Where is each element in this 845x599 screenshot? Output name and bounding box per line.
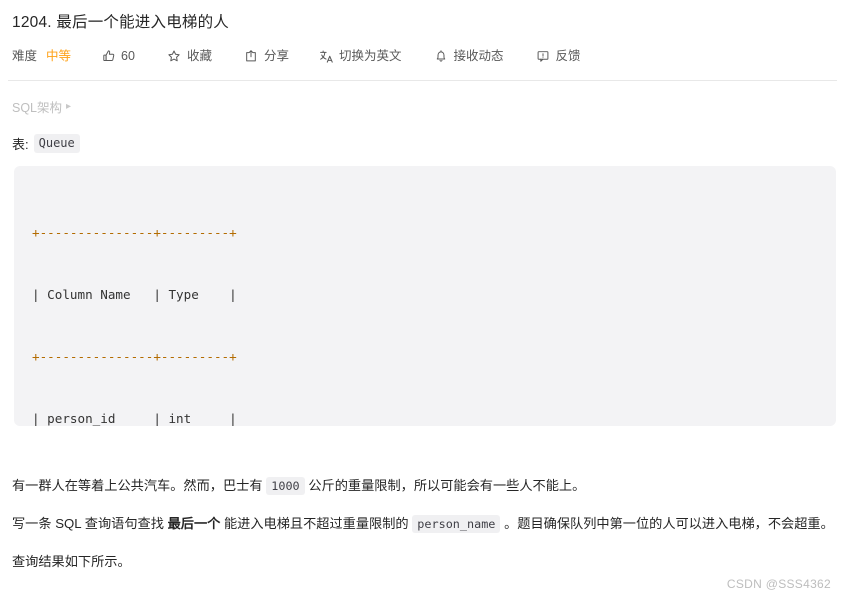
code-line-3: | person_id | int | — [32, 410, 237, 426]
code-line-2: +---------------+---------+ — [32, 348, 237, 364]
p2-text-c: 。题目确保队列中第一位的人可以进入电梯，不会超重。 — [500, 516, 834, 531]
code-line-1: | Column Name | Type | — [32, 286, 237, 302]
paragraph-1: 有一群人在等着上公共汽车。然而，巴士有 1000 公斤的重量限制，所以可能会有一… — [12, 474, 836, 498]
code-line-0: +---------------+---------+ — [32, 225, 237, 241]
favorite-button[interactable]: 收藏 — [167, 47, 212, 65]
breadcrumb[interactable]: SQL架构 ▸ — [12, 97, 845, 116]
thumbs-up-icon — [101, 49, 116, 64]
translate-button[interactable]: 切换为英文 — [319, 47, 402, 65]
schema-code-block: +---------------+---------+ | Column Nam… — [14, 166, 836, 426]
difficulty-value: 中等 — [46, 47, 71, 65]
feedback-icon — [536, 49, 551, 64]
page-title: 1204. 最后一个能进入电梯的人 — [12, 14, 229, 31]
problem-description: 有一群人在等着上公共汽车。然而，巴士有 1000 公斤的重量限制，所以可能会有一… — [12, 474, 836, 574]
p1-text-a: 有一群人在等着上公共汽车。然而，巴士有 — [12, 478, 267, 493]
chevron-right-icon: ▸ — [66, 100, 72, 112]
subscribe-label: 接收动态 — [453, 49, 504, 63]
p2-emphasis: 最后一个 — [167, 516, 221, 531]
p2-text-a: 写一条 SQL 查询语句查找 — [12, 516, 168, 531]
paragraph-3: 查询结果如下所示。 — [12, 550, 836, 574]
table-name-chip: Queue — [33, 134, 80, 153]
problem-toolbar: 难度 中等 60 收藏 分享 切换为英文 接收动态 反馈 — [8, 45, 837, 67]
p3-text: 查询结果如下所示。 — [12, 554, 131, 569]
p1-weight-limit: 1000 — [266, 477, 305, 495]
header-divider — [8, 80, 837, 81]
code-line: +---------------+---------+ — [32, 223, 818, 244]
table-label: 表: — [12, 137, 29, 152]
feedback-button[interactable]: 反馈 — [536, 47, 581, 65]
translate-icon — [319, 49, 334, 64]
like-button[interactable]: 60 — [101, 47, 135, 65]
star-icon — [167, 49, 182, 64]
watermark: CSDN @SSS4362 — [726, 577, 831, 591]
code-line: | Column Name | Type | — [32, 285, 818, 306]
favorite-label: 收藏 — [186, 49, 212, 63]
table-declaration: 表: Queue — [12, 134, 845, 153]
breadcrumb-label: SQL架构 — [12, 101, 63, 115]
p2-column-name: person_name — [412, 515, 501, 533]
difficulty-label: 难度 — [12, 49, 38, 63]
difficulty-group: 难度 — [12, 47, 37, 65]
subscribe-button[interactable]: 接收动态 — [433, 47, 504, 65]
share-label: 分享 — [263, 49, 289, 63]
p1-text-b: 公斤的重量限制，所以可能会有一些人不能上。 — [304, 478, 586, 493]
paragraph-2: 写一条 SQL 查询语句查找 最后一个 能进入电梯且不超过重量限制的 perso… — [12, 512, 836, 536]
like-count: 60 — [121, 49, 135, 63]
share-button[interactable]: 分享 — [244, 47, 289, 65]
translate-label: 切换为英文 — [338, 49, 402, 63]
feedback-label: 反馈 — [555, 49, 581, 63]
difficulty-badge: 中等 — [46, 49, 72, 63]
code-line: | person_id | int | — [32, 409, 818, 426]
p2-text-b: 能进入电梯且不超过重量限制的 — [220, 516, 413, 531]
page-header: 1204. 最后一个能进入电梯的人 难度 中等 60 收藏 分享 切换为英文 接… — [0, 0, 845, 67]
problem-page: 1204. 最后一个能进入电梯的人 难度 中等 60 收藏 分享 切换为英文 接… — [0, 0, 845, 599]
bell-icon — [433, 49, 448, 64]
code-line: +---------------+---------+ — [32, 347, 818, 368]
share-icon — [244, 49, 259, 64]
